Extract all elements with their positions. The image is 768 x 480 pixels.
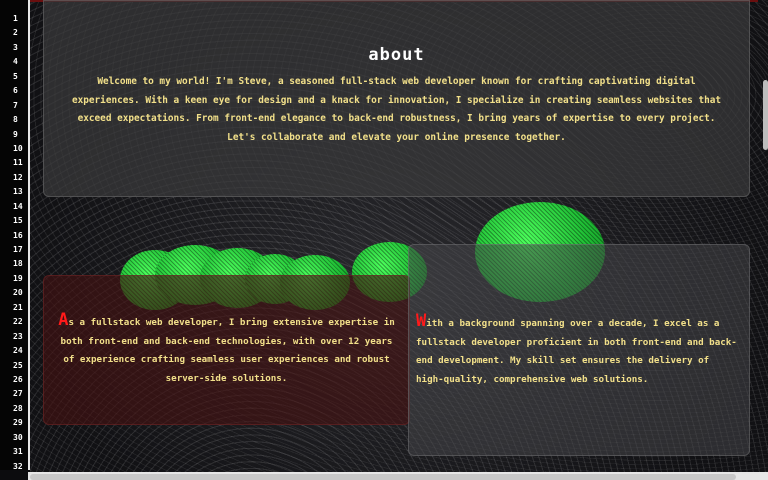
line-number: 8 xyxy=(13,115,18,125)
line-number: 12 xyxy=(13,172,23,182)
horizontal-scrollbar-thumb[interactable] xyxy=(30,474,736,480)
about-title: about xyxy=(368,45,425,65)
card-text: As a fullstack web developer, I bring ex… xyxy=(58,312,395,388)
about-text: Welcome to my world! I'm Steve, a season… xyxy=(71,76,722,143)
line-number: 22 xyxy=(13,317,23,327)
line-number: 21 xyxy=(13,302,23,312)
line-number: 31 xyxy=(13,447,23,457)
line-number: 4 xyxy=(13,57,18,67)
line-number: 10 xyxy=(13,143,23,153)
card-body: ith a background spanning over a decade,… xyxy=(416,318,737,385)
card-text: With a background spanning over a decade… xyxy=(416,313,739,389)
experience-card-left: As a fullstack web developer, I bring ex… xyxy=(43,275,410,425)
line-number: 6 xyxy=(13,86,18,96)
line-number: 30 xyxy=(13,432,23,442)
card-body: s a fullstack web developer, I bring ext… xyxy=(60,317,395,384)
line-number: 25 xyxy=(13,360,23,370)
line-number: 16 xyxy=(13,230,23,240)
line-number: 2 xyxy=(13,28,18,38)
drop-cap: A xyxy=(58,310,69,330)
line-number: 15 xyxy=(13,216,23,226)
about-panel: about Welcome to my world! I'm Steve, a … xyxy=(43,0,750,197)
line-number: 32 xyxy=(13,461,23,470)
line-number: 9 xyxy=(13,129,18,139)
line-number: 28 xyxy=(13,403,23,413)
line-number: 14 xyxy=(13,201,23,211)
drop-cap: W xyxy=(416,311,427,331)
line-number: 27 xyxy=(13,389,23,399)
line-number-gutter: 1 2 3 4 5 6 7 8 9 10 11 12 13 14 15 16 17 18 19 20 21 22 23 24 2… xyxy=(0,0,30,470)
line-number: 7 xyxy=(13,100,18,110)
line-number: 29 xyxy=(13,418,23,428)
line-number: 23 xyxy=(13,331,23,341)
line-number: 13 xyxy=(13,187,23,197)
line-number: 19 xyxy=(13,273,23,283)
line-number: 26 xyxy=(13,374,23,384)
line-number: 18 xyxy=(13,259,23,269)
vertical-scrollbar[interactable] xyxy=(763,80,768,150)
line-number: 20 xyxy=(13,288,23,298)
experience-card-right: With a background spanning over a decade… xyxy=(408,244,750,456)
line-number: 11 xyxy=(13,158,23,168)
line-number: 3 xyxy=(13,42,18,52)
line-number: 5 xyxy=(13,71,18,81)
line-number: 17 xyxy=(13,245,23,254)
line-number: 1 xyxy=(13,14,18,23)
line-number: 24 xyxy=(13,346,23,356)
